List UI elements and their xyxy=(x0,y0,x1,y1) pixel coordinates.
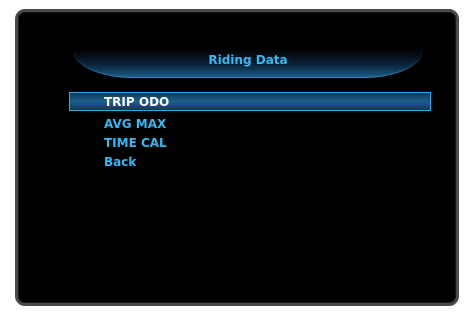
menu-item-back[interactable]: Back xyxy=(69,153,431,172)
menu-item-trip-odo[interactable]: TRIP ODO xyxy=(69,92,431,111)
menu-item-avg-max[interactable]: AVG MAX xyxy=(69,115,431,134)
menu-header: Riding Data xyxy=(73,49,423,78)
page-title: Riding Data xyxy=(208,53,288,67)
display-screen: Riding Data TRIP ODO AVG MAX TIME CAL Ba… xyxy=(15,9,459,306)
riding-data-menu: TRIP ODO AVG MAX TIME CAL Back xyxy=(69,92,431,172)
menu-item-time-cal[interactable]: TIME CAL xyxy=(69,134,431,153)
